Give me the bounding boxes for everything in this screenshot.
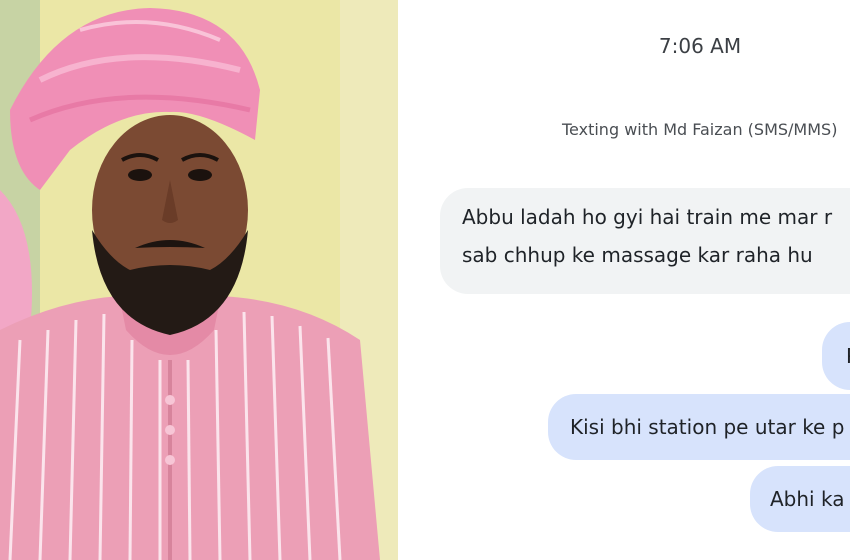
composite-image: 7:06 AM Texting with Md Faizan (SMS/MMS)…	[0, 0, 850, 560]
divider	[398, 0, 420, 560]
outgoing-message-text: P	[846, 337, 850, 375]
outgoing-message-text: Abhi ka	[770, 487, 845, 511]
portrait-illustration	[0, 0, 398, 560]
outgoing-message-bubble[interactable]: P	[822, 322, 850, 390]
outgoing-message-text: Kisi bhi station pe utar ke p	[570, 415, 845, 439]
incoming-message-line-1: Abbu ladah ho gyi hai train me mar r	[462, 205, 833, 229]
sms-conversation: 7:06 AM Texting with Md Faizan (SMS/MMS)…	[420, 0, 850, 560]
incoming-message-bubble[interactable]: Abbu ladah ho gyi hai train me mar r sab…	[440, 188, 850, 294]
incoming-message-line-2: sab chhup ke massage kar raha hu	[462, 243, 813, 267]
outgoing-message-bubble[interactable]: Abhi ka	[750, 466, 850, 532]
conversation-header: Texting with Md Faizan (SMS/MMS)	[562, 120, 838, 139]
outgoing-message-bubble[interactable]: Kisi bhi station pe utar ke p	[548, 394, 850, 460]
message-timestamp: 7:06 AM	[658, 34, 742, 58]
portrait-photo	[0, 0, 398, 560]
